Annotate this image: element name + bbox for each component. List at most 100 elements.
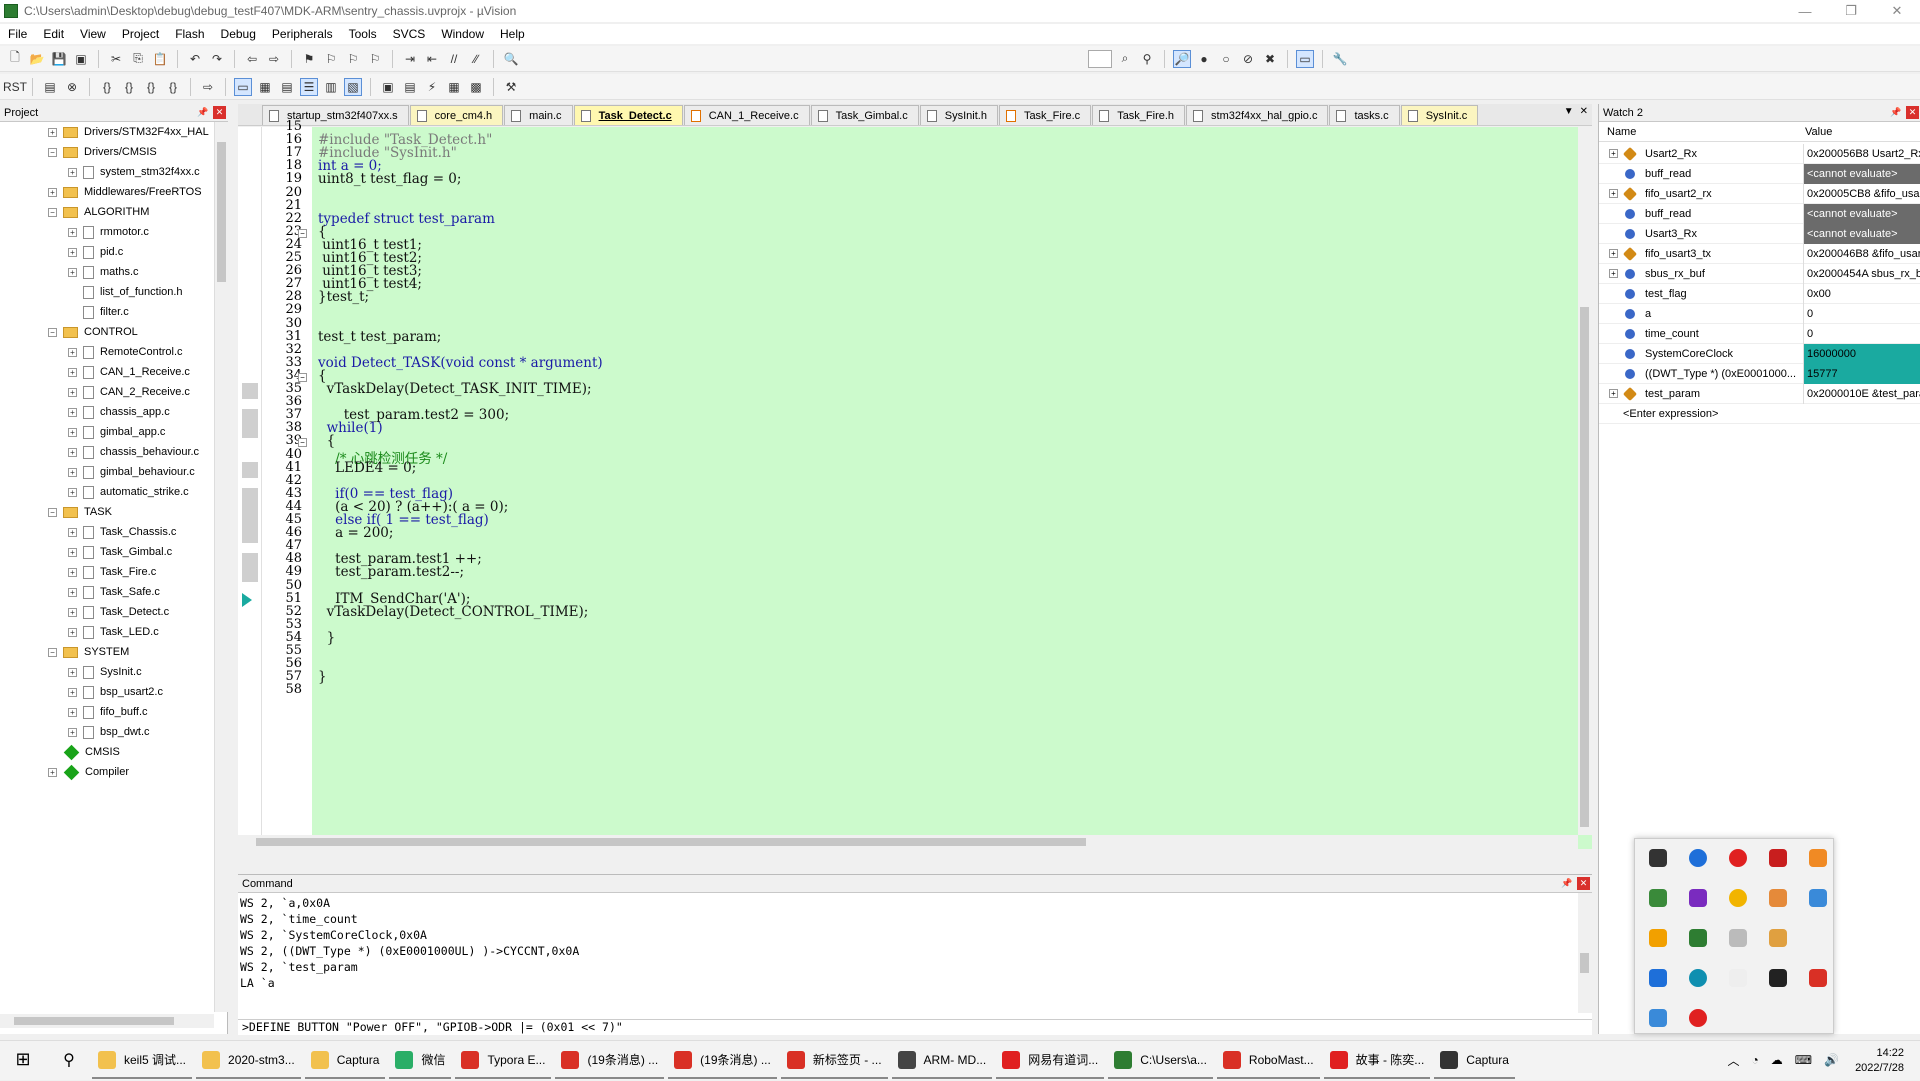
code-line[interactable]: vTaskDelay(Detect_TASK_INIT_TIME);: [318, 381, 592, 397]
trace-window-icon[interactable]: ▦: [445, 78, 463, 96]
tree-item[interactable]: + Compiler: [48, 762, 129, 782]
tray-app-icon[interactable]: [1649, 889, 1667, 907]
tree-item[interactable]: + system_stm32f4xx.c: [68, 162, 200, 182]
expand-icon[interactable]: +: [48, 127, 57, 137]
taskbar-app[interactable]: (19条消息) ...: [668, 1043, 777, 1079]
taskbar-app[interactable]: C:\Users\a...: [1108, 1043, 1213, 1079]
project-hscrollbar[interactable]: [0, 1014, 214, 1028]
incremental-find-icon[interactable]: ⚲: [1138, 50, 1156, 68]
editor-hscrollbar[interactable]: [238, 835, 1578, 849]
watch-value[interactable]: 0: [1803, 323, 1920, 344]
wifi-icon[interactable]: ◔: [1746, 1043, 1765, 1079]
code-line[interactable]: uint8_t test_flag = 0;: [318, 171, 461, 187]
uncomment-icon[interactable]: ∕∕: [467, 50, 485, 68]
watch-value[interactable]: 0x2000454A sbus_rx_buf: [1803, 263, 1920, 284]
tree-item[interactable]: + Task_Safe.c: [68, 582, 160, 602]
expand-icon[interactable]: +: [68, 727, 77, 737]
expand-icon[interactable]: +: [68, 347, 77, 357]
bluetooth-icon[interactable]: [1689, 849, 1707, 867]
onenote-icon[interactable]: [1689, 889, 1707, 907]
expand-icon[interactable]: +: [68, 387, 77, 397]
navigate-forward-icon[interactable]: ⇨: [265, 50, 283, 68]
collapse-icon[interactable]: −: [48, 647, 57, 657]
cloud-icon[interactable]: ☁: [1765, 1043, 1789, 1079]
watch-row[interactable]: Usart3_Rx <cannot evaluate>: [1599, 223, 1920, 244]
next-bookmark-icon[interactable]: ⚐: [344, 50, 362, 68]
tray-app-icon[interactable]: [1809, 969, 1827, 987]
tree-item[interactable]: + SysInit.c: [68, 662, 142, 682]
watch-value[interactable]: 0x200056B8 Usart2_Rx: [1803, 143, 1920, 164]
tab-9[interactable]: stm32f4xx_hal_gpio.c: [1186, 105, 1329, 125]
menu-flash[interactable]: Flash: [167, 27, 212, 41]
taskbar-app[interactable]: 微信: [389, 1043, 452, 1079]
tab-4[interactable]: CAN_1_Receive.c: [683, 105, 810, 125]
code-line[interactable]: a = 200;: [318, 525, 393, 541]
menu-debug[interactable]: Debug: [213, 27, 264, 41]
tab-6[interactable]: SysInit.h: [919, 105, 998, 125]
fold-toggle-icon[interactable]: −: [298, 438, 307, 448]
watch-row[interactable]: buff_read <cannot evaluate>: [1599, 163, 1920, 184]
expand-icon[interactable]: +: [1609, 249, 1618, 258]
disassembly-window-icon[interactable]: ▦: [256, 78, 274, 96]
code-line[interactable]: typedef struct test_param: [318, 211, 495, 227]
tree-item[interactable]: + Task_Chassis.c: [68, 522, 176, 542]
cut-icon[interactable]: ✂: [107, 50, 125, 68]
tree-item[interactable]: + Middlewares/FreeRTOS: [48, 182, 202, 202]
menu-file[interactable]: File: [0, 27, 35, 41]
search-icon[interactable]: ⚲: [46, 1043, 92, 1079]
toolbox-icon[interactable]: ⚒: [502, 78, 520, 96]
tray-music-icon[interactable]: [1729, 849, 1747, 867]
tray-app-icon[interactable]: [1769, 929, 1787, 947]
find-in-files-icon[interactable]: 🔍: [502, 50, 520, 68]
serial-window-icon[interactable]: ▤: [401, 78, 419, 96]
taskbar-app[interactable]: ARM- MD...: [891, 1043, 993, 1079]
debug-session-icon[interactable]: 🔎: [1173, 49, 1191, 68]
collapse-icon[interactable]: −: [48, 327, 57, 337]
expand-icon[interactable]: +: [68, 547, 77, 557]
symbols-window-icon[interactable]: ▤: [278, 78, 296, 96]
clear-bookmarks-icon[interactable]: ⚐: [366, 50, 384, 68]
taskbar-app[interactable]: 新标签页 - ...: [780, 1043, 888, 1079]
stop-icon[interactable]: ⊗: [63, 78, 81, 96]
reset-icon[interactable]: RST: [3, 78, 27, 96]
enter-expression-row[interactable]: <Enter expression>: [1599, 404, 1920, 424]
watch-value[interactable]: 0: [1803, 303, 1920, 324]
expand-icon[interactable]: +: [68, 447, 77, 457]
expand-icon[interactable]: +: [68, 567, 77, 577]
tray-dict-icon[interactable]: [1769, 849, 1787, 867]
project-tree-scrollbar[interactable]: [214, 122, 228, 1012]
command-window-icon[interactable]: ▭: [234, 77, 252, 96]
watch-row[interactable]: + test_param 0x2000010E &test_param: [1599, 383, 1920, 404]
code-line[interactable]: test_param.test2--;: [318, 564, 464, 580]
tree-item[interactable]: − SYSTEM: [48, 642, 129, 662]
executable-line-marker[interactable]: [242, 422, 258, 439]
step-out-icon[interactable]: {}: [142, 78, 160, 96]
tab-10[interactable]: tasks.c: [1329, 105, 1400, 125]
watch-row[interactable]: time_count 0: [1599, 323, 1920, 344]
watch-value[interactable]: <cannot evaluate>: [1803, 203, 1920, 224]
redo-icon[interactable]: ↷: [208, 50, 226, 68]
watch-value[interactable]: 0x00: [1803, 283, 1920, 304]
tree-item[interactable]: + CAN_1_Receive.c: [68, 362, 190, 382]
watch-row[interactable]: test_flag 0x00: [1599, 283, 1920, 304]
close-icon[interactable]: ✕: [1906, 106, 1919, 119]
close-icon[interactable]: ✕: [213, 106, 226, 119]
code-line[interactable]: }: [318, 669, 327, 685]
close-tab-icon[interactable]: ✕: [1580, 106, 1588, 117]
expand-icon[interactable]: +: [68, 587, 77, 597]
find-combo[interactable]: [1088, 49, 1112, 68]
watch-row[interactable]: SystemCoreClock 16000000: [1599, 343, 1920, 364]
tree-item[interactable]: + rmmotor.c: [68, 222, 149, 242]
system-viewer-icon[interactable]: ▩: [467, 78, 485, 96]
call-stack-icon[interactable]: ▥: [322, 78, 340, 96]
kill-breakpoints-icon[interactable]: ✖: [1261, 50, 1279, 68]
open-file-icon[interactable]: 📂: [28, 50, 46, 68]
expand-icon[interactable]: +: [68, 627, 77, 637]
expand-icon[interactable]: +: [68, 267, 77, 277]
breakpoint-clear-icon[interactable]: ⊘: [1239, 50, 1257, 68]
collapse-icon[interactable]: −: [48, 507, 57, 517]
menu-edit[interactable]: Edit: [35, 27, 72, 41]
taskbar-app[interactable]: 2020-stm3...: [196, 1043, 301, 1079]
expand-icon[interactable]: +: [1609, 149, 1618, 158]
tree-item[interactable]: + Task_Detect.c: [68, 602, 169, 622]
